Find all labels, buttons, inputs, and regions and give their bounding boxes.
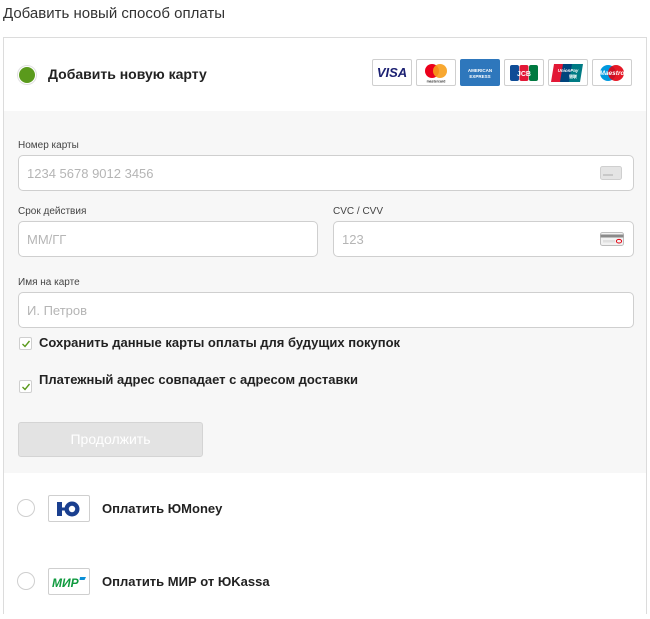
unionpay-logo: UnionPay 银联 [548,59,588,86]
expiry-label: Срок действия [18,206,87,217]
cvc-input[interactable] [333,221,634,257]
yumoney-logo [48,495,90,522]
visa-logo-text: VISA [376,65,408,80]
maestro-circles-icon: Maestro [600,64,625,81]
jcb-stripes-icon: JCB [510,64,538,81]
holder-name-label: Имя на карте [18,277,80,288]
mir-label: Оплатить МИР от ЮKassa [102,574,270,589]
amex-logo: AMERICAN EXPRESS [460,59,500,86]
svg-text:银联: 银联 [569,73,577,79]
yumoney-radio[interactable] [17,499,35,517]
holder-name-input[interactable] [18,292,634,328]
card-icon [600,166,622,180]
cvc-card-back-icon [600,232,624,246]
same-address-label: Платежный адрес совпадает с адресом дост… [39,372,359,387]
yumoney-label: Оплатить ЮMoney [102,501,223,516]
card-number-input[interactable] [18,155,634,191]
svg-text:EXPRESS: EXPRESS [469,74,490,79]
card-form: Номер карты Срок действия CVC / CVV Имя … [4,111,646,474]
svg-text:mastercard: mastercard [427,79,446,83]
add-card-label: Добавить новую карту [48,66,207,82]
svg-text:AMERICAN: AMERICAN [468,68,492,73]
cvc-label: CVC / CVV [333,206,384,217]
mastercard-circles-icon: mastercard [425,63,447,83]
maestro-logo: Maestro [592,59,632,86]
card-number-label: Номер карты [18,140,79,151]
svg-text:Maestro: Maestro [600,70,625,77]
visa-logo: VISA [372,59,412,86]
radio-selected-dot [19,67,35,83]
continue-button[interactable]: Продолжить [18,422,203,457]
amex-text-icon: AMERICAN EXPRESS [468,68,492,79]
same-address-checkbox[interactable] [19,380,32,393]
add-card-radio[interactable] [17,65,37,85]
checkmark-icon [22,340,31,348]
page-title: Добавить новый способ оплаты [3,5,225,22]
add-card-option[interactable]: Добавить новую карту VISA mastercard AME… [4,38,646,112]
unionpay-stripes-icon: UnionPay 银联 [551,63,583,82]
mir-logo: МИР [48,568,90,595]
save-card-label: Сохранить данные карты оплаты для будущи… [39,335,401,350]
card-brand-logos: VISA mastercard AMERICAN EXPRESS JCB Uni… [372,59,632,86]
jcb-logo: JCB [504,59,544,86]
svg-text:МИР: МИР [52,576,80,590]
svg-text:JCB: JCB [517,71,531,78]
mir-radio[interactable] [17,572,35,590]
checkmark-icon [22,383,31,391]
yumoney-logo-icon [57,501,80,516]
save-card-checkbox[interactable] [19,337,32,350]
mir-logo-icon: МИР [52,576,86,590]
mastercard-logo: mastercard [416,59,456,86]
yumoney-option[interactable]: Оплатить ЮMoney [4,473,646,547]
mir-option[interactable]: МИР Оплатить МИР от ЮKassa [4,546,646,619]
expiry-input[interactable] [18,221,318,257]
payment-methods-panel: Добавить новую карту VISA mastercard AME… [3,37,647,619]
svg-text:UnionPay: UnionPay [558,68,579,73]
